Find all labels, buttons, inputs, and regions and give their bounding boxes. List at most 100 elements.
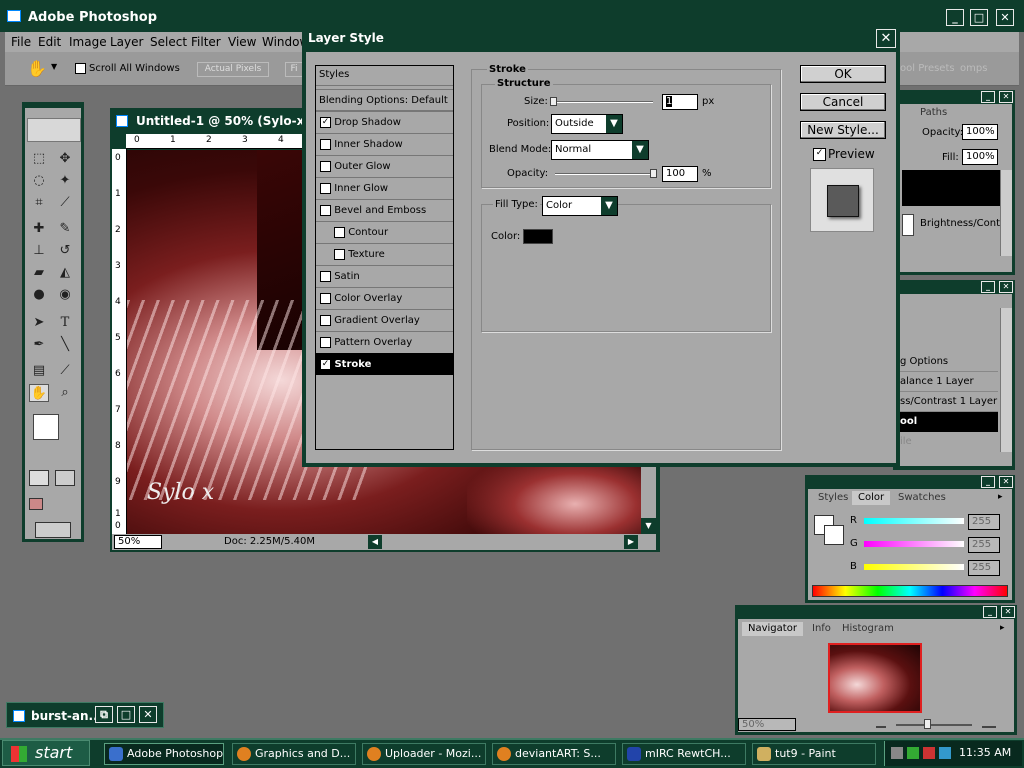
position-dropdown[interactable]: Outside ▼ bbox=[551, 114, 623, 134]
style-outer-glow[interactable]: Outer Glow bbox=[316, 155, 453, 177]
panel-close-button[interactable]: ✕ bbox=[999, 281, 1013, 293]
type-icon[interactable]: T bbox=[55, 314, 75, 332]
checkbox[interactable] bbox=[320, 314, 331, 326]
tab-color[interactable]: Color bbox=[852, 491, 891, 505]
r-slider[interactable] bbox=[864, 518, 964, 524]
opacity-slider-track[interactable] bbox=[555, 173, 655, 175]
cancel-button[interactable]: Cancel bbox=[800, 93, 886, 111]
new-style-button[interactable]: New Style... bbox=[800, 121, 886, 139]
style-drop-shadow[interactable]: ✓ Drop Shadow bbox=[316, 111, 453, 133]
hand-tool-icon[interactable]: ✋ bbox=[27, 59, 47, 78]
healing-icon[interactable]: ✚ bbox=[29, 220, 49, 238]
scroll-all-checkbox[interactable] bbox=[75, 63, 86, 74]
menu-layer[interactable]: Layer bbox=[110, 35, 143, 49]
sponge-icon[interactable]: ◉ bbox=[55, 286, 75, 304]
checkbox[interactable] bbox=[320, 182, 331, 194]
move-icon[interactable]: ✥ bbox=[55, 150, 75, 168]
slice-icon[interactable]: ⟋ bbox=[55, 194, 75, 212]
dialog-close-button[interactable]: ✕ bbox=[876, 29, 896, 48]
checkbox[interactable] bbox=[320, 336, 331, 348]
b-slider[interactable] bbox=[864, 564, 964, 570]
ok-button[interactable]: OK bbox=[800, 65, 886, 83]
close-button[interactable]: ✕ bbox=[139, 706, 157, 723]
checkbox[interactable] bbox=[320, 292, 331, 304]
crop-icon[interactable]: ⌗ bbox=[29, 194, 49, 212]
minimized-window[interactable]: burst-an... ⧉ □ ✕ bbox=[6, 702, 164, 728]
fill-field[interactable]: 100% bbox=[962, 149, 998, 165]
restore-button[interactable]: ⧉ bbox=[95, 706, 113, 723]
tab-styles[interactable]: Styles bbox=[812, 491, 854, 505]
style-pattern-overlay[interactable]: Pattern Overlay bbox=[316, 331, 453, 353]
menu-view[interactable]: View bbox=[228, 35, 256, 49]
bg-color-swatch[interactable] bbox=[824, 525, 844, 545]
taskbar-photoshop[interactable]: Adobe Photoshop bbox=[104, 743, 224, 765]
history-brush-icon[interactable]: ↺ bbox=[55, 242, 75, 260]
imageready-icon[interactable] bbox=[35, 522, 71, 538]
checkbox[interactable]: ✓ bbox=[320, 358, 331, 370]
history-scrollbar[interactable] bbox=[1000, 308, 1012, 452]
taskbar-mirc[interactable]: mIRC RewtCH... bbox=[622, 743, 746, 765]
notes-icon[interactable]: ▤ bbox=[29, 362, 49, 380]
tray-icon[interactable] bbox=[891, 747, 903, 759]
history-item[interactable]: alance 1 Layer bbox=[896, 372, 998, 392]
checkbox[interactable] bbox=[320, 160, 331, 172]
color-spectrum[interactable] bbox=[812, 585, 1008, 597]
b-input[interactable]: 255 bbox=[968, 560, 1000, 576]
scroll-left-button[interactable]: ◀ bbox=[368, 535, 382, 549]
panel-minimize-button[interactable]: _ bbox=[981, 476, 995, 488]
taskbar-uploader[interactable]: Uploader - Mozi... bbox=[362, 743, 486, 765]
tab-histogram[interactable]: Histogram bbox=[836, 622, 900, 636]
history-item[interactable]: ile bbox=[896, 432, 998, 452]
tab-paths[interactable]: Paths bbox=[914, 106, 953, 120]
zoom-icon[interactable]: ⌕ bbox=[55, 384, 75, 402]
fill-type-dropdown[interactable]: Color ▼ bbox=[542, 196, 618, 216]
quickmask-mode-icon[interactable] bbox=[55, 470, 75, 486]
blending-options-item[interactable]: Blending Options: Default bbox=[316, 89, 453, 111]
style-bevel-emboss[interactable]: Bevel and Emboss bbox=[316, 199, 453, 221]
menu-filter[interactable]: Filter bbox=[191, 35, 221, 49]
foreground-color-swatch[interactable] bbox=[33, 414, 59, 440]
chevron-down-icon[interactable]: ▼ bbox=[51, 62, 57, 71]
scroll-right-button[interactable]: ▶ bbox=[624, 535, 638, 549]
marquee-icon[interactable]: ⬚ bbox=[29, 150, 49, 168]
taskbar-graphics[interactable]: Graphics and D... bbox=[232, 743, 356, 765]
layers-scrollbar[interactable] bbox=[1000, 170, 1012, 256]
zoom-out-icon[interactable] bbox=[876, 720, 886, 728]
style-satin[interactable]: Satin bbox=[316, 265, 453, 287]
navigator-zoom-field[interactable]: 50% bbox=[738, 718, 796, 731]
history-item[interactable]: ss/Contrast 1 Layer bbox=[896, 392, 998, 412]
tray-icon[interactable] bbox=[907, 747, 919, 759]
lasso-icon[interactable]: ◌ bbox=[29, 172, 49, 190]
style-stroke[interactable]: ✓ Stroke bbox=[316, 353, 453, 375]
size-input[interactable]: 1 bbox=[662, 94, 698, 110]
eraser-icon[interactable]: ▰ bbox=[29, 264, 49, 282]
r-input[interactable]: 255 bbox=[968, 514, 1000, 530]
panel-close-button[interactable]: ✕ bbox=[1001, 606, 1015, 618]
eyedropper-icon[interactable]: ⟋ bbox=[55, 362, 75, 380]
magic-wand-icon[interactable]: ✦ bbox=[55, 172, 75, 190]
taskbar-paint[interactable]: tut9 - Paint bbox=[752, 743, 876, 765]
scroll-down-button[interactable]: ▼ bbox=[641, 518, 656, 534]
style-texture[interactable]: Texture bbox=[316, 243, 453, 265]
stamp-icon[interactable]: ⊥ bbox=[29, 242, 49, 260]
checkbox[interactable]: ✓ bbox=[320, 116, 331, 128]
path-select-icon[interactable]: ➤ bbox=[29, 314, 49, 332]
checkbox[interactable] bbox=[320, 138, 331, 150]
checkbox[interactable] bbox=[334, 226, 345, 238]
selected-layer-row[interactable] bbox=[902, 170, 1002, 206]
history-item[interactable]: g Options bbox=[896, 352, 998, 372]
checkbox[interactable] bbox=[320, 270, 331, 282]
tab-info[interactable]: Info bbox=[806, 622, 837, 636]
line-icon[interactable]: ╲ bbox=[55, 336, 75, 354]
zoom-field[interactable]: 50% bbox=[114, 535, 162, 549]
opacity-field[interactable]: 100% bbox=[962, 124, 998, 140]
comps-tab[interactable]: omps bbox=[960, 60, 1000, 78]
maximize-button[interactable]: □ bbox=[970, 9, 988, 26]
panel-minimize-button[interactable]: _ bbox=[981, 281, 995, 293]
pen-icon[interactable]: ✒ bbox=[29, 336, 49, 354]
stroke-color-swatch[interactable] bbox=[523, 229, 553, 244]
g-slider[interactable] bbox=[864, 541, 964, 547]
tab-swatches[interactable]: Swatches bbox=[892, 491, 952, 505]
start-button[interactable]: start bbox=[2, 740, 90, 766]
style-inner-shadow[interactable]: Inner Shadow bbox=[316, 133, 453, 155]
